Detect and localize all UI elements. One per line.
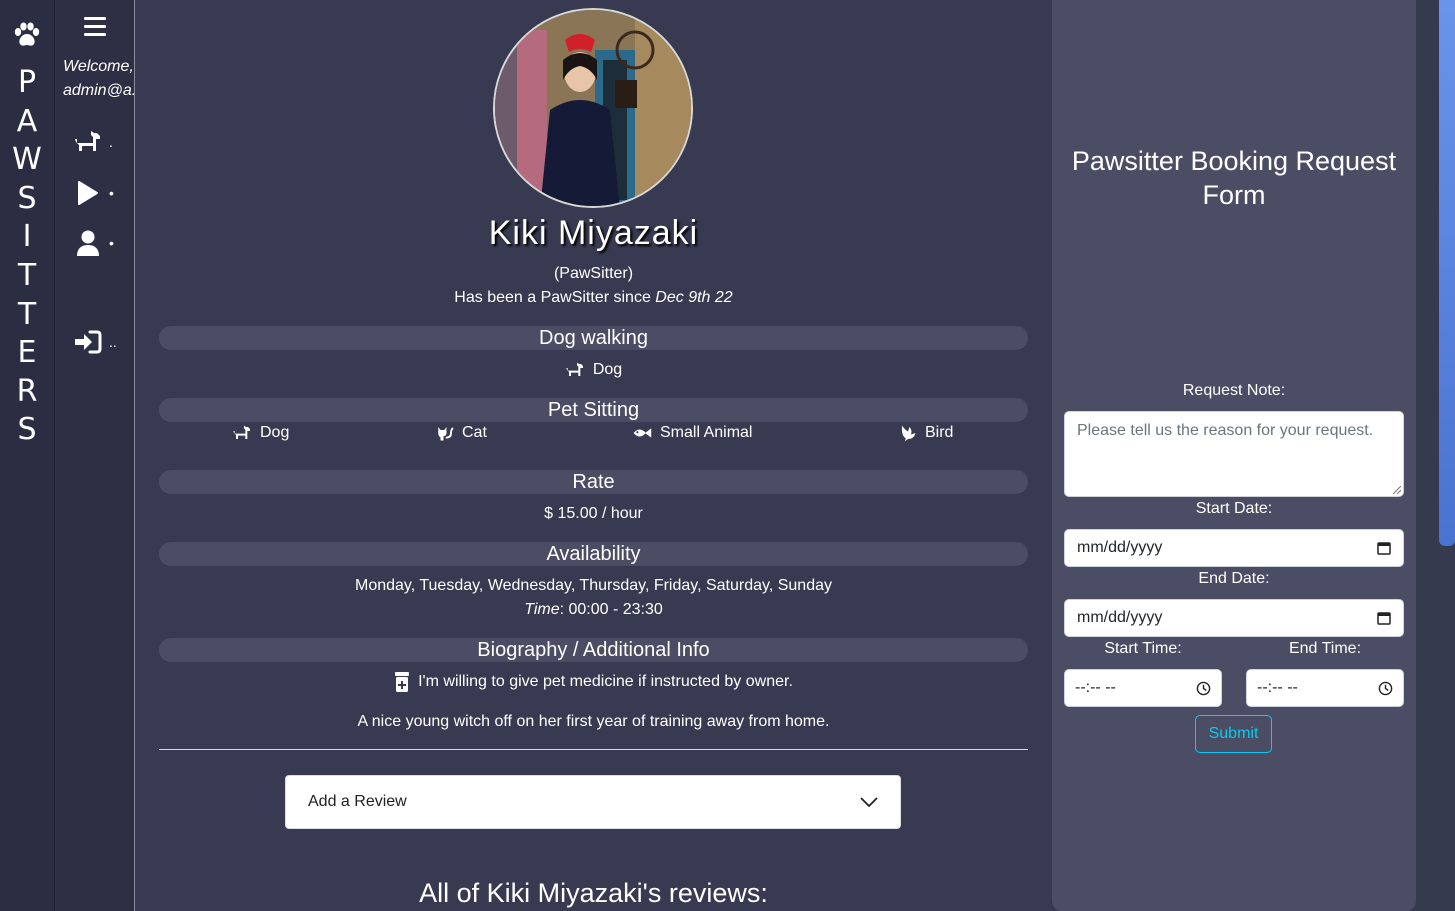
add-review-dropdown[interactable]: Add a Review (285, 775, 901, 829)
submit-button[interactable]: Submit (1195, 715, 1272, 753)
brand-letter: I (22, 219, 32, 255)
title-line: Pawsitter Booking Request (1071, 146, 1397, 176)
brand-letter: P (17, 65, 37, 100)
section-header-rate: Rate (159, 470, 1028, 494)
welcome-line: Welcome, (63, 58, 134, 75)
booking-form-title: Pawsitter Booking Request Form (1052, 144, 1416, 212)
user-icon (77, 230, 99, 256)
nav-item-pets[interactable]: . (73, 129, 113, 155)
request-note-textarea[interactable]: Please tell us the reason for your reque… (1064, 411, 1404, 497)
start-date-input[interactable]: mm/dd/yyyy (1064, 529, 1404, 567)
end-date-value: mm/dd/yyyy (1077, 609, 1163, 626)
end-time-value: --:-- -- (1257, 679, 1298, 696)
dog-icon (233, 425, 250, 439)
pet-item-dog: Dog (232, 424, 289, 442)
welcome-email: admin@a... (63, 82, 134, 99)
dog-icon (566, 362, 583, 376)
pet-item-cat: Cat (436, 424, 487, 442)
hamburger-menu-icon[interactable] (84, 17, 106, 37)
nav-item-login[interactable]: .. (73, 329, 117, 355)
medicine-text: I'm willing to give pet medicine if inst… (418, 673, 793, 690)
clock-icon[interactable] (1196, 681, 1211, 696)
start-date-value: mm/dd/yyyy (1077, 539, 1163, 556)
end-time-label: End Time: (1288, 640, 1362, 657)
nav-item-play[interactable]: • (73, 180, 114, 206)
end-time-input[interactable]: --:-- -- (1246, 669, 1404, 707)
brand-letter: T (17, 257, 37, 293)
start-time-input[interactable]: --:-- -- (1064, 669, 1222, 707)
prescription-bottle-icon (395, 672, 410, 692)
pet-label: Bird (925, 424, 954, 441)
brand-sidebar: P A W S I T T E R S (0, 0, 55, 911)
brand-letter: S (17, 180, 37, 216)
pet-item-small-animal: Small Animal (632, 424, 752, 442)
brand-letter: R (16, 373, 38, 409)
pet-item-bird: Bird (899, 424, 953, 442)
pet-label: Cat (462, 424, 487, 441)
nav-item-label: • (109, 235, 114, 251)
since-date: Dec 9th 22 (655, 289, 733, 306)
clock-icon[interactable] (1378, 681, 1393, 696)
pet-label: Dog (592, 361, 623, 378)
pet-label: Dog (260, 424, 290, 441)
pet-item-dog: Dog (565, 361, 622, 379)
end-date-label: End Date: (1198, 570, 1270, 587)
page-scrollbar-thumb[interactable] (1439, 0, 1455, 546)
brand-letter: W (12, 142, 42, 178)
availability-days: Monday, Tuesday, Wednesday, Thursday, Fr… (355, 577, 832, 594)
rate-value: $ 15.00 / hour (544, 505, 643, 522)
start-time-label: Start Time: (1104, 640, 1182, 657)
calendar-icon[interactable] (1377, 611, 1391, 625)
nav-item-profile[interactable]: • (73, 229, 114, 257)
welcome-text: Welcome, admin@a... (63, 55, 134, 103)
start-date-label: Start Date: (1195, 500, 1273, 517)
dog-walking-pets: Dog (135, 361, 1052, 379)
request-note-label: Request Note: (1182, 382, 1286, 399)
section-header-pet-sitting: Pet Sitting (159, 398, 1028, 422)
calendar-icon[interactable] (1377, 541, 1391, 555)
dove-icon (901, 425, 916, 442)
start-time-value: --:-- -- (1075, 679, 1116, 696)
brand-name: P A W S I T T E R S (12, 64, 42, 450)
reviews-heading: All of Kiki Miyazaki's reviews: (419, 878, 768, 908)
cat-icon (438, 427, 454, 441)
availability-time: Time: 00:00 - 23:30 (135, 601, 1052, 619)
dog-icon (75, 131, 100, 151)
divider (159, 749, 1028, 750)
section-header-biography: Biography / Additional Info (159, 638, 1028, 662)
resize-grip-icon[interactable] (1393, 486, 1401, 494)
brand-letter: E (17, 335, 37, 371)
chevron-down-icon (860, 797, 878, 808)
end-date-input[interactable]: mm/dd/yyyy (1064, 599, 1404, 637)
since-prefix: Has been a PawSitter since (454, 289, 656, 306)
request-note-placeholder: Please tell us the reason for your reque… (1077, 422, 1374, 439)
nav-sidebar: Welcome, admin@a... . • • .. (55, 0, 135, 911)
brand-letter: A (16, 103, 38, 139)
sitter-since: Has been a PawSitter since Dec 9th 22 (135, 289, 1052, 307)
nav-item-label: . (109, 134, 113, 150)
sitter-name: Kiki Miyazaki (488, 214, 699, 252)
nav-item-label: .. (109, 334, 117, 350)
medicine-note: I'm willing to give pet medicine if inst… (135, 672, 1052, 692)
brand-letter: S (17, 412, 37, 448)
bio-text: A nice young witch off on her first year… (357, 713, 830, 730)
title-line: Form (1202, 180, 1266, 210)
paw-icon (14, 22, 40, 46)
sign-in-icon (75, 330, 102, 354)
avatar-photo (495, 10, 691, 206)
section-header-dog-walking: Dog walking (159, 326, 1028, 350)
pet-label: Small Animal (660, 424, 753, 441)
booking-form-panel: Pawsitter Booking Request Form Request N… (1052, 0, 1416, 911)
profile-panel: Kiki Miyazaki (PawSitter) Has been a Paw… (135, 0, 1052, 911)
add-review-label: Add a Review (308, 793, 407, 810)
sitter-role: (PawSitter) (553, 265, 634, 282)
fish-icon (633, 428, 652, 438)
time-label: Time (524, 601, 560, 618)
time-value: : 00:00 - 23:30 (559, 601, 663, 618)
play-icon (78, 181, 98, 205)
nav-item-label: • (109, 185, 114, 201)
profile-avatar (493, 8, 693, 208)
section-header-availability: Availability (159, 542, 1028, 566)
brand-letter: T (17, 296, 37, 332)
